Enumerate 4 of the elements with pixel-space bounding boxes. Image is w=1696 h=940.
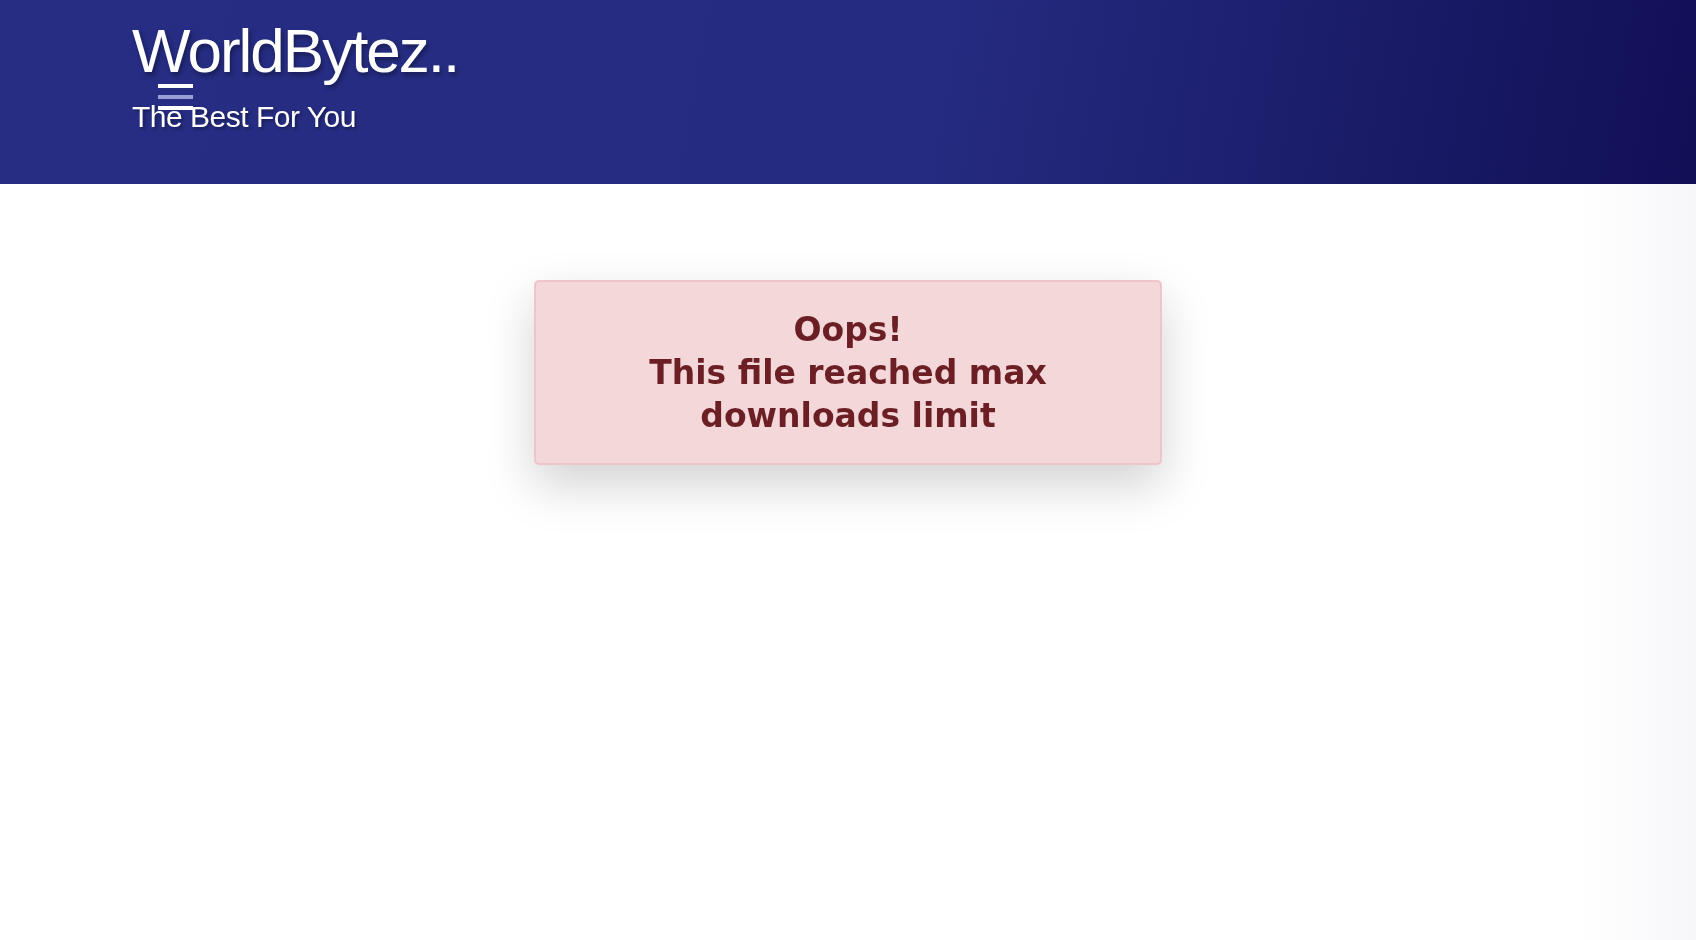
alert-title: Oops! [792,309,904,351]
site-logo[interactable]: WorldBytez.. [132,14,459,88]
tagline: The Best For You [132,100,357,134]
alert-message: This file reached max downloads limit [648,352,1048,437]
